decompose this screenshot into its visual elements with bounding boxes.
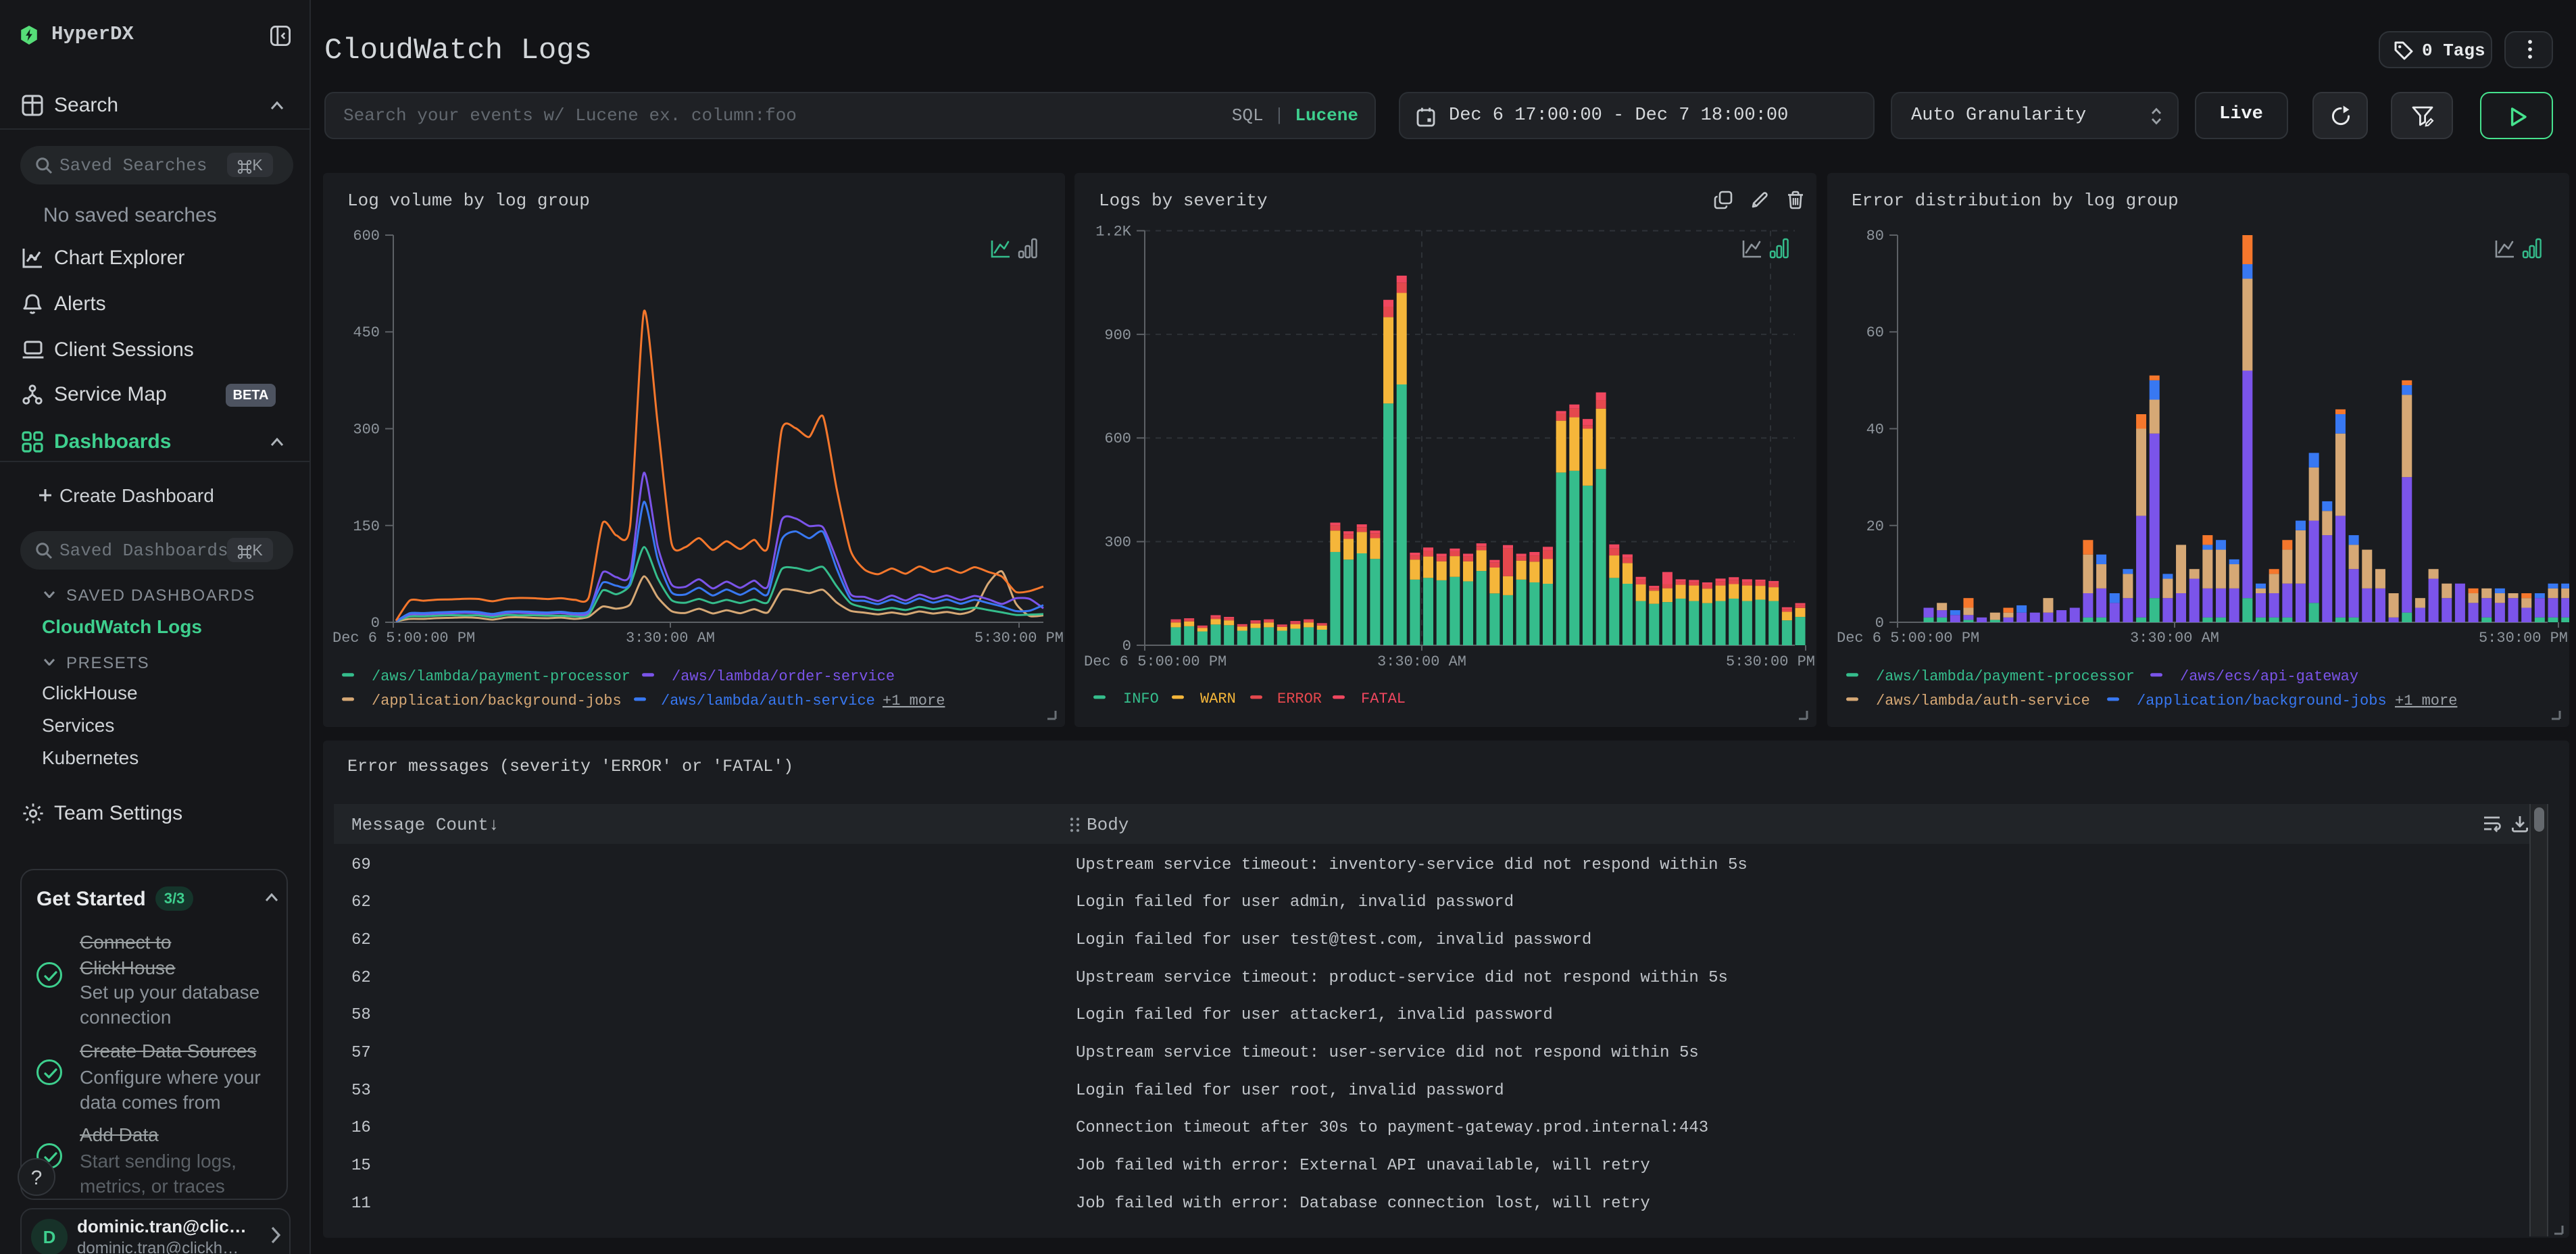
svg-text:/aws/lambda/payment-processor: /aws/lambda/payment-processor [372,668,630,685]
svg-text:450: 450 [353,324,380,341]
svg-text:+1 more: +1 more [2395,693,2457,709]
svg-text:/aws/lambda/auth-service: /aws/lambda/auth-service [1876,693,2090,709]
svg-text:60: 60 [1866,324,1884,341]
svg-text:600: 600 [1104,430,1131,447]
svg-text:/aws/ecs/api-gateway: /aws/ecs/api-gateway [2180,668,2358,685]
svg-text:/application/background-jobs: /application/background-jobs [2137,693,2387,709]
svg-text:ERROR: ERROR [1277,691,1322,707]
svg-text:5:30:00 PM: 5:30:00 PM [1726,653,1815,670]
svg-text:300: 300 [1104,534,1131,551]
svg-text:3:30:00 AM: 3:30:00 AM [1377,653,1466,670]
svg-text:INFO: INFO [1123,691,1159,707]
svg-text:FATAL: FATAL [1361,691,1406,707]
svg-text:/aws/lambda/payment-processor: /aws/lambda/payment-processor [1876,668,2135,685]
svg-text:3:30:00 AM: 3:30:00 AM [626,630,715,647]
svg-text:80: 80 [1866,228,1884,245]
svg-text:150: 150 [353,518,380,535]
svg-text:WARN: WARN [1200,691,1236,707]
svg-text:Dec 6 5:00:00 PM: Dec 6 5:00:00 PM [332,630,475,647]
svg-text:5:30:00 PM: 5:30:00 PM [974,630,1064,647]
svg-text:40: 40 [1866,422,1884,438]
svg-text:/application/background-jobs: /application/background-jobs [372,693,622,709]
svg-text:20: 20 [1866,518,1884,535]
svg-text:0: 0 [1122,638,1131,655]
svg-text:900: 900 [1104,327,1131,344]
svg-text:Dec 6 5:00:00 PM: Dec 6 5:00:00 PM [1084,653,1227,670]
svg-text:/aws/lambda/auth-service: /aws/lambda/auth-service [661,693,875,709]
svg-text:/aws/lambda/order-service: /aws/lambda/order-service [672,668,895,685]
svg-text:600: 600 [353,228,380,245]
svg-text:Dec 6 5:00:00 PM: Dec 6 5:00:00 PM [1837,630,1979,647]
svg-text:1.2K: 1.2K [1095,224,1132,241]
svg-text:+1 more: +1 more [883,693,945,709]
svg-text:3:30:00 AM: 3:30:00 AM [2130,630,2219,647]
svg-text:300: 300 [353,422,380,438]
svg-text:5:30:00 PM: 5:30:00 PM [2479,630,2568,647]
